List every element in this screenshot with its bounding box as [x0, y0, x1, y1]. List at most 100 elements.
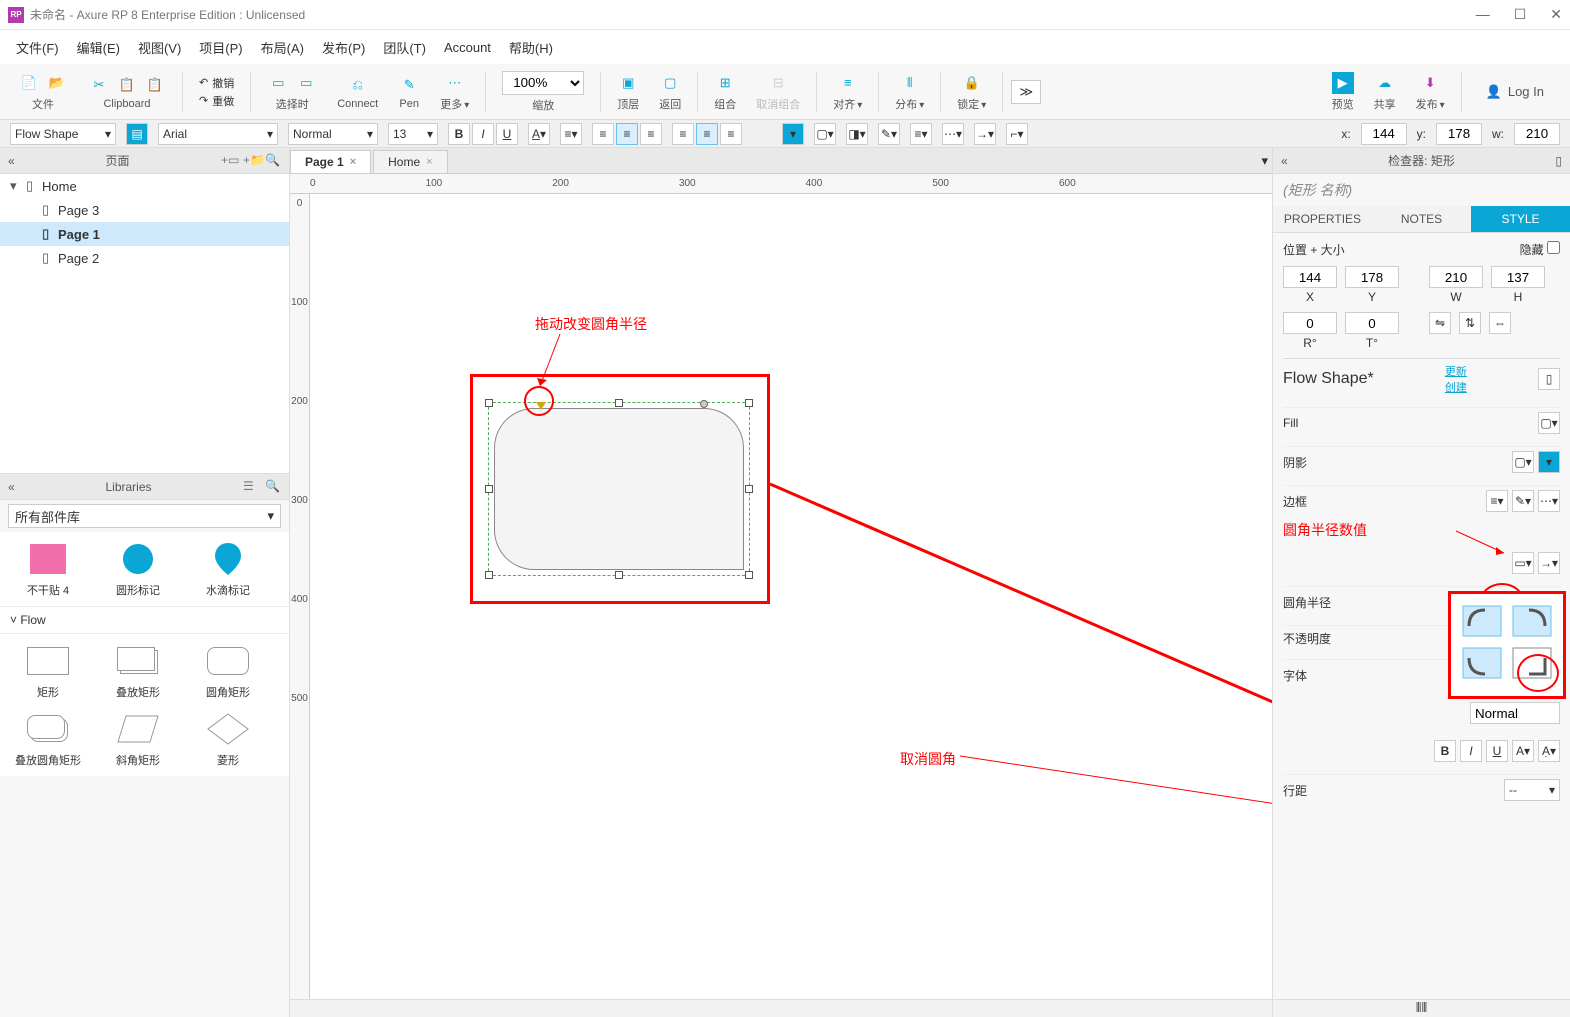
tool-back[interactable]: ▢ 返回 [651, 70, 689, 114]
w-input[interactable] [1514, 123, 1560, 145]
border-color-picker[interactable]: ✎▾ [1512, 490, 1534, 512]
redo-button[interactable]: ↷重做 [199, 93, 234, 109]
connector-style-button[interactable]: ⌐▾ [1006, 123, 1028, 145]
add-page-icon[interactable]: +▭ [221, 153, 237, 169]
tree-row-page2[interactable]: ▯ Page 2 [0, 246, 289, 270]
flip-v-button[interactable]: ⇅ [1459, 312, 1481, 334]
border-width-picker[interactable]: ≡▾ [1486, 490, 1508, 512]
menu-project[interactable]: 项目(P) [193, 34, 248, 61]
font-size-select[interactable]: 13▾ [388, 123, 438, 145]
tree-row-page3[interactable]: ▯ Page 3 [0, 198, 289, 222]
tab-page1[interactable]: Page 1× [290, 150, 371, 173]
login-button[interactable]: 👤 Log In [1470, 84, 1560, 100]
line-height-select[interactable]: --▾ [1504, 779, 1560, 801]
window-minimize[interactable]: — [1476, 6, 1490, 23]
align-center-button[interactable]: ≡ [616, 123, 638, 145]
lib-item-roundrect[interactable]: 圆角矩形 [188, 642, 268, 700]
canvas-scrollbar-h[interactable] [290, 999, 1272, 1017]
tool-group-btn[interactable]: ⊞ 组合 [706, 70, 744, 114]
tab-properties[interactable]: PROPERTIES [1273, 206, 1372, 232]
fill-picker[interactable]: ▢▾ [1538, 412, 1560, 434]
shadow-outer-picker[interactable]: ▢▾ [1512, 451, 1534, 473]
menu-publish[interactable]: 发布(P) [316, 34, 371, 61]
inspector-scrollbar[interactable]: ⦀⦀ [1273, 999, 1570, 1017]
pos-w-input[interactable] [1429, 266, 1483, 288]
canvas[interactable]: 拖动改变圆角半径 取消圆角 [310, 194, 1272, 999]
pos-y-input[interactable] [1345, 266, 1399, 288]
close-icon[interactable]: × [426, 156, 432, 168]
font-weight-input[interactable] [1470, 702, 1560, 724]
lib-category-flow[interactable]: ˅ Flow [0, 606, 289, 634]
insp-text-more[interactable]: Ạ▾ [1538, 740, 1560, 762]
cut-icon[interactable]: ✂ [88, 74, 110, 96]
menu-account[interactable]: Account [438, 36, 497, 59]
valign-bottom-button[interactable]: ≡ [720, 123, 742, 145]
tree-row-page1[interactable]: ▯ Page 1 [0, 222, 289, 246]
style-copy-icon[interactable]: ▯ [1538, 368, 1560, 390]
search-pages-icon[interactable]: 🔍 [265, 153, 281, 169]
lib-item-roundrectstack[interactable]: 叠放圆角矩形 [8, 710, 88, 768]
tool-distribute[interactable]: ⫴ 分布▾ [887, 70, 932, 114]
undo-button[interactable]: ↶撤销 [199, 75, 234, 91]
open-file-icon[interactable]: 📂 [46, 72, 68, 94]
style-update-link[interactable]: 更新 [1445, 363, 1467, 379]
style-open-icon[interactable]: ▤ [126, 123, 148, 145]
shadow-outer-button[interactable]: ▢▾ [814, 123, 836, 145]
lib-menu-icon[interactable]: ☰ [243, 479, 259, 495]
new-file-icon[interactable]: 📄 [18, 72, 40, 94]
font-weight-select[interactable]: Normal▾ [288, 123, 378, 145]
border-style-picker[interactable]: ⋯▾ [1538, 490, 1560, 512]
lib-item-skew[interactable]: 斜角矩形 [98, 710, 178, 768]
valign-top-button[interactable]: ≡ [672, 123, 694, 145]
menu-edit[interactable]: 编辑(E) [71, 34, 126, 61]
tool-lock[interactable]: 🔒 锁定▾ [949, 70, 994, 114]
border-color-button[interactable]: ✎▾ [878, 123, 900, 145]
bold-button[interactable]: B [448, 123, 470, 145]
close-icon[interactable]: × [350, 156, 356, 168]
border-width-button[interactable]: ≡▾ [910, 123, 932, 145]
tool-more[interactable]: ⋯ 更多▾ [432, 70, 477, 114]
tool-front[interactable]: ▣ 顶层 [609, 70, 647, 114]
x-input[interactable] [1361, 123, 1407, 145]
zoom-select[interactable]: 100% [502, 71, 584, 95]
tree-row-home[interactable]: ▾ ▯ Home [0, 174, 289, 198]
menu-arrange[interactable]: 布局(A) [255, 34, 310, 61]
pos-h-input[interactable] [1491, 266, 1545, 288]
insp-text-color[interactable]: A▾ [1512, 740, 1534, 762]
pos-rot-input[interactable] [1283, 312, 1337, 334]
pos-x-input[interactable] [1283, 266, 1337, 288]
align-left-button[interactable]: ≡ [592, 123, 614, 145]
hide-checkbox[interactable] [1547, 241, 1560, 254]
text-color-button[interactable]: A▾ [528, 123, 550, 145]
lib-item-rectstack[interactable]: 叠放矩形 [98, 642, 178, 700]
font-select[interactable]: Arial▾ [158, 123, 278, 145]
y-input[interactable] [1436, 123, 1482, 145]
insp-bold[interactable]: B [1434, 740, 1456, 762]
menu-file[interactable]: 文件(F) [10, 34, 65, 61]
tab-home[interactable]: Home× [373, 150, 447, 173]
shadow-inner-picker[interactable]: ▾ [1538, 451, 1560, 473]
pos-textrot-input[interactable] [1345, 312, 1399, 334]
tool-preview[interactable]: ▶ 预览 [1324, 70, 1362, 114]
lib-item-diamond[interactable]: 菱形 [188, 710, 268, 768]
library-filter-select[interactable]: 所有部件库▾ [8, 504, 281, 528]
aspect-lock-button[interactable]: ⇔ [1489, 312, 1511, 334]
style-create-link[interactable]: 创建 [1445, 379, 1467, 395]
window-maximize[interactable]: ☐ [1514, 6, 1527, 23]
shape-name-field[interactable]: (矩形 名称) [1273, 174, 1570, 206]
selected-shape[interactable] [490, 404, 748, 574]
flip-h-button[interactable]: ⇋ [1429, 312, 1451, 334]
insp-underline[interactable]: U [1486, 740, 1508, 762]
add-folder-icon[interactable]: +📁 [243, 153, 259, 169]
tab-notes[interactable]: NOTES [1372, 206, 1471, 232]
lib-search-icon[interactable]: 🔍 [265, 479, 281, 495]
toolbar-overflow[interactable]: ≫ [1011, 80, 1041, 104]
lib-item-rect[interactable]: 矩形 [8, 642, 88, 700]
expand-icon[interactable]: ▾ [10, 178, 22, 194]
tool-select-group[interactable]: ▭▭ 选择时 [259, 70, 325, 114]
lib-item-pin[interactable]: 水滴标记 [188, 540, 268, 598]
shadow-inner-button[interactable]: ◨▾ [846, 123, 868, 145]
tool-share[interactable]: ☁ 共享 [1366, 70, 1404, 114]
border-style-button[interactable]: ⋯▾ [942, 123, 964, 145]
fill-color-button[interactable]: ▾ [782, 123, 804, 145]
